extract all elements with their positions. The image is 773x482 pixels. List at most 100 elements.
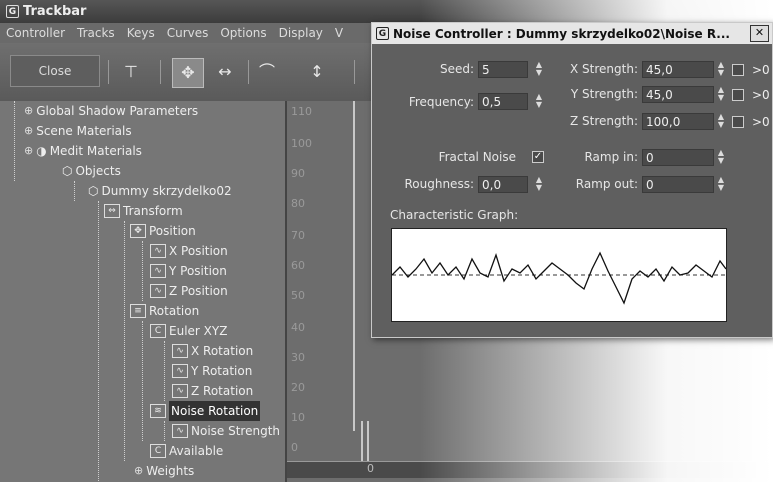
fractal-noise-label: Fractal Noise — [438, 150, 516, 164]
expand-plus-icon[interactable]: ⊕ — [24, 141, 33, 161]
tree-item-label: Transform — [123, 204, 183, 218]
tree-item-euler-xyz[interactable]: C Euler XYZ — [150, 321, 227, 341]
tree-item-z-rotation[interactable]: ∿ Z Rotation — [172, 381, 253, 401]
y-tick: 90 — [291, 167, 305, 180]
tree-item-z-position[interactable]: ∿ Z Position — [150, 281, 228, 301]
dialog-title-bar: G Noise Controller : Dummy skrzydelko02\… — [372, 23, 772, 44]
tree-item-label: Rotation — [149, 304, 200, 318]
menu-curves[interactable]: Curves — [161, 26, 215, 40]
tree-item-y-rotation[interactable]: ∿ Y Rotation — [172, 361, 252, 381]
menu-tracks[interactable]: Tracks — [71, 26, 121, 40]
ramp-out-spinner[interactable]: ▲ ▼ — [716, 176, 726, 193]
toolbar-separator — [108, 60, 109, 84]
tree-item-noise-strength[interactable]: ∿ Noise Strength — [172, 421, 280, 441]
x-strength-label: X Strength: — [570, 62, 638, 76]
roughness-field[interactable]: 0,0 — [478, 176, 528, 193]
tree-item-label: Euler XYZ — [169, 324, 228, 338]
tree-item-label: Scene Materials — [36, 124, 132, 138]
fractal-noise-checkbox[interactable]: ✓ — [532, 151, 544, 163]
roughness-spinner[interactable]: ▲ ▼ — [534, 176, 544, 193]
curve-icon: ∿ — [150, 264, 166, 278]
close-icon[interactable]: ✕ — [750, 25, 769, 42]
expand-plus-icon[interactable]: ⊕ — [24, 121, 33, 141]
menu-controller[interactable]: Controller — [0, 26, 71, 40]
ramp-in-spinner[interactable]: ▲ ▼ — [716, 149, 726, 166]
tree-item-dummy[interactable]: ⬡ Dummy skrzydelko02 — [88, 181, 232, 201]
tree-guide — [98, 201, 99, 481]
frequency-field[interactable]: 0,5 — [478, 93, 528, 110]
slide-keys-icon[interactable]: ⌒ — [256, 61, 278, 83]
expand-plus-icon[interactable]: ⊕ — [134, 461, 143, 481]
seed-field[interactable]: 5 — [478, 61, 528, 78]
seed-spinner[interactable]: ▲ ▼ — [534, 61, 544, 78]
ramp-out-label: Ramp out: — [575, 177, 638, 191]
ramp-out-field[interactable]: 0 — [642, 176, 714, 193]
tree-guide — [74, 181, 75, 201]
time-ruler-zero: 0 — [367, 462, 374, 475]
tree-item-label: Noise Strength — [191, 424, 281, 438]
y-strength-positive-checkbox[interactable] — [732, 89, 744, 101]
tree-item-global-shadow[interactable]: ⊕ Global Shadow Parameters — [24, 101, 198, 121]
tree-item-available[interactable]: C Available — [150, 441, 223, 461]
objects-icon: ⬡ — [62, 164, 73, 178]
material-sphere-icon: ◑ — [36, 144, 47, 158]
y-strength-field[interactable]: 45,0 — [642, 86, 714, 103]
tree-item-x-rotation[interactable]: ∿ X Rotation — [172, 341, 253, 361]
menu-keys[interactable]: Keys — [121, 26, 161, 40]
curve-icon: ∿ — [150, 284, 166, 298]
tree-item-label: Objects — [75, 164, 121, 178]
curve-icon: ∿ — [172, 364, 188, 378]
tree-item-label: Y Position — [169, 264, 227, 278]
tree-item-position[interactable]: ✥ Position — [130, 221, 196, 241]
app-logo-icon: G — [376, 27, 389, 40]
menu-view[interactable]: V — [329, 26, 349, 40]
transform-icon: ⇔ — [104, 204, 120, 218]
scale-values-icon[interactable]: ↕ — [306, 61, 328, 83]
x-strength-positive-checkbox[interactable] — [732, 64, 744, 76]
tree-item-transform[interactable]: ⇔ Transform — [104, 201, 183, 221]
filter-icon[interactable]: ⊤ — [120, 61, 142, 83]
curve-icon: ∿ — [172, 424, 188, 438]
menu-display[interactable]: Display — [273, 26, 329, 40]
tree-item-label: Z Position — [169, 284, 228, 298]
x-positive-label: >0 — [752, 63, 770, 77]
z-strength-field[interactable]: 100,0 — [642, 113, 714, 130]
tree-item-y-position[interactable]: ∿ Y Position — [150, 261, 227, 281]
time-slider-line[interactable] — [353, 101, 355, 431]
x-strength-field[interactable]: 45,0 — [642, 61, 714, 78]
curve-icon: ∿ — [172, 384, 188, 398]
tree-item-medit-materials[interactable]: ⊕ ◑ Medit Materials — [24, 141, 142, 161]
characteristic-graph — [391, 228, 727, 322]
close-button[interactable]: Close — [10, 55, 100, 87]
move-keys-icon[interactable]: ✥ — [172, 58, 204, 88]
z-strength-positive-checkbox[interactable] — [732, 116, 744, 128]
tree-item-noise-rotation[interactable]: ≋ Noise Rotation — [150, 401, 261, 421]
y-strength-label: Y Strength: — [570, 87, 638, 101]
time-ruler[interactable]: 0 — [287, 461, 773, 478]
ramp-in-field[interactable]: 0 — [642, 149, 714, 166]
noise-curve-svg — [391, 251, 727, 305]
frequency-spinner[interactable]: ▲ ▼ — [534, 93, 544, 110]
tree-guide — [164, 341, 165, 401]
z-strength-label: Z Strength: — [570, 114, 638, 128]
tree-item-objects[interactable]: ⬡ Objects — [62, 161, 121, 181]
ramp-in-label: Ramp in: — [584, 150, 638, 164]
x-strength-spinner[interactable]: ▲ ▼ — [716, 61, 726, 78]
noise-controller-dialog: G Noise Controller : Dummy skrzydelko02\… — [371, 22, 773, 338]
noise-curve — [391, 251, 727, 305]
dialog-title: Noise Controller : Dummy skrzydelko02\No… — [393, 26, 730, 41]
frequency-label: Frequency: — [408, 95, 474, 109]
tree-item-x-position[interactable]: ∿ X Position — [150, 241, 228, 261]
expand-plus-icon[interactable]: ⊕ — [24, 101, 33, 121]
tree-item-rotation[interactable]: ≡ Rotation — [130, 301, 199, 321]
time-marker — [361, 421, 363, 461]
move-horizontal-icon[interactable]: ↔ — [214, 61, 236, 83]
window-title: Trackbar — [23, 4, 87, 19]
menu-options[interactable]: Options — [214, 26, 272, 40]
z-strength-spinner[interactable]: ▲ ▼ — [716, 113, 726, 130]
tree-item-scene-materials[interactable]: ⊕ Scene Materials — [24, 121, 132, 141]
tree-item-label: Dummy skrzydelko02 — [101, 184, 232, 198]
tree-item-weights[interactable]: ⊕ Weights — [134, 461, 194, 481]
roughness-label: Roughness: — [404, 177, 474, 191]
y-strength-spinner[interactable]: ▲ ▼ — [716, 86, 726, 103]
